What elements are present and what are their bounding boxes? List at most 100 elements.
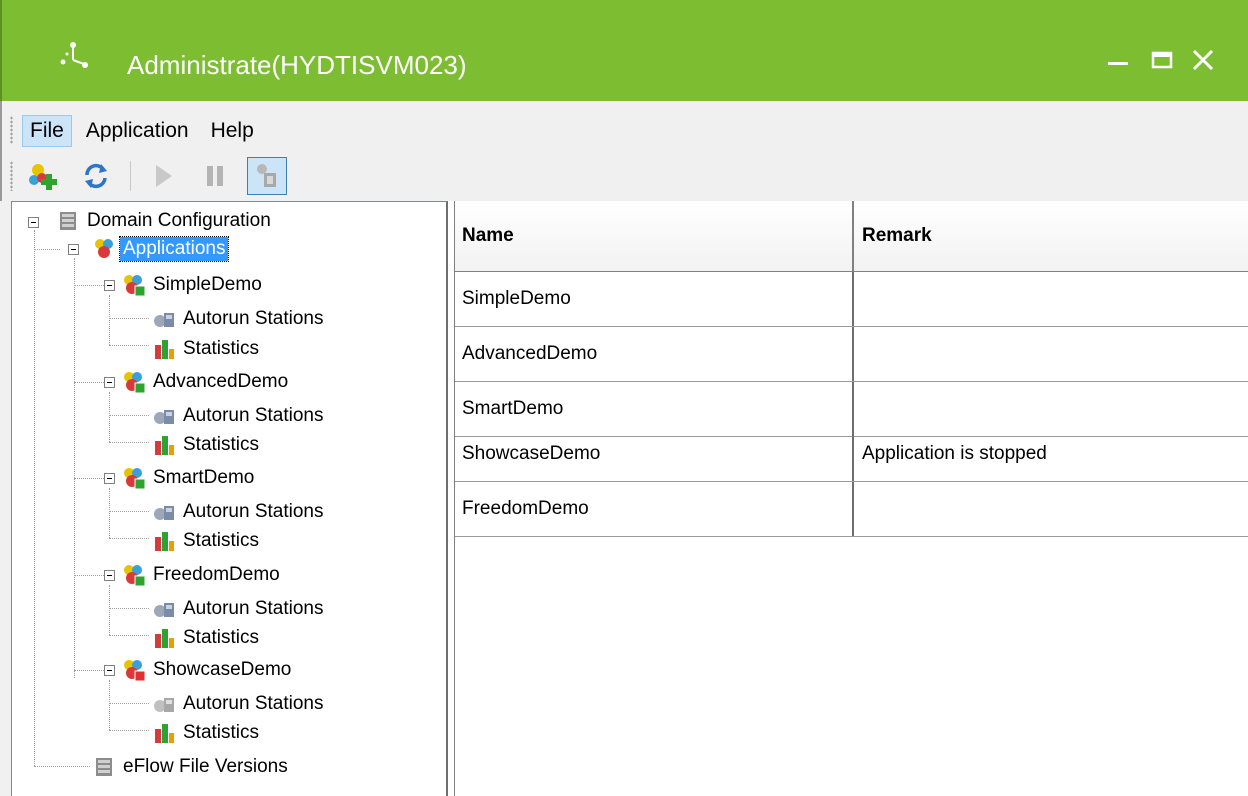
maximize-button[interactable]	[1142, 40, 1182, 80]
add-application-button[interactable]	[24, 157, 64, 195]
cell-name[interactable]: SimpleDemo	[454, 272, 854, 326]
toolbar-grip[interactable]	[10, 161, 13, 191]
tree-label: Autorun Stations	[183, 501, 324, 522]
database-icon	[96, 758, 112, 776]
tree-label: Statistics	[183, 530, 260, 551]
tree-node-autorun-stations[interactable]: Autorun Stations	[152, 498, 326, 526]
title-bar: Administrate(HYDTISVM023)	[0, 0, 1248, 101]
cell-remark[interactable]	[854, 327, 1248, 381]
tree-view[interactable]: Domain Configuration Applications Simple…	[11, 201, 448, 796]
cell-name[interactable]: ShowcaseDemo	[454, 427, 854, 481]
column-header-name[interactable]: Name	[454, 201, 854, 271]
minimize-icon	[1108, 62, 1128, 65]
application-running-icon	[124, 275, 146, 297]
tree-node-applications[interactable]: Applications	[92, 235, 230, 263]
minimize-button[interactable]	[1098, 40, 1138, 80]
tree-label: Statistics	[183, 434, 260, 455]
pause-button[interactable]	[195, 157, 235, 195]
tree-node-app[interactable]: FreedomDemo	[122, 561, 283, 589]
tree-node-autorun-stations[interactable]: Autorun Stations	[152, 305, 326, 333]
tree-node-statistics[interactable]: Statistics	[152, 431, 262, 459]
close-button[interactable]	[1183, 40, 1223, 80]
autorun-toggle-button[interactable]	[247, 157, 287, 195]
collapse-toggle[interactable]	[104, 473, 115, 484]
applications-grid[interactable]: Name Remark SimpleDemo AdvancedDemo Smar…	[454, 201, 1248, 796]
tree-node-app[interactable]: SmartDemo	[122, 464, 257, 492]
menu-toolbar-area: File Application Help	[0, 101, 1248, 201]
cell-remark[interactable]	[854, 482, 1248, 536]
collapse-toggle[interactable]	[104, 665, 115, 676]
grid-border	[454, 201, 455, 796]
refresh-button[interactable]	[76, 157, 116, 195]
tree-label: Autorun Stations	[183, 308, 324, 329]
autorun-stations-icon	[154, 410, 174, 424]
application-running-icon	[124, 565, 146, 587]
bar-chart-icon	[155, 629, 174, 648]
tree-label: AdvancedDemo	[153, 371, 289, 392]
tree-label: Autorun Stations	[183, 693, 324, 714]
table-row[interactable]: AdvancedDemo	[454, 327, 1248, 382]
autorun-stations-icon	[154, 603, 174, 617]
tree-label: FreedomDemo	[153, 564, 280, 585]
toolbar-separator	[130, 161, 131, 191]
tree-node-domain-configuration[interactable]: Domain Configuration	[56, 207, 274, 235]
collapse-toggle[interactable]	[104, 377, 115, 388]
tree-label: SmartDemo	[153, 467, 255, 488]
maximize-icon	[1151, 51, 1173, 69]
collapse-toggle[interactable]	[28, 217, 39, 228]
window-title: Administrate(HYDTISVM023)	[127, 50, 467, 80]
menu-application[interactable]: Application	[78, 115, 197, 147]
tree-node-autorun-stations[interactable]: Autorun Stations	[152, 402, 326, 430]
menu-bar: File Application Help	[22, 115, 262, 147]
tree-node-statistics[interactable]: Statistics	[152, 335, 262, 363]
tree-label: Applications	[118, 236, 230, 262]
column-header-remark[interactable]: Remark	[854, 201, 1248, 271]
table-row[interactable]: FreedomDemo	[454, 482, 1248, 537]
tree-label: eFlow File Versions	[123, 756, 288, 777]
collapse-toggle[interactable]	[68, 244, 79, 255]
application-running-icon	[124, 372, 146, 394]
tree-label: Statistics	[183, 338, 260, 359]
tree-label: ShowcaseDemo	[153, 659, 292, 680]
tree-node-autorun-stations[interactable]: Autorun Stations	[152, 690, 326, 718]
cell-remark[interactable]	[854, 272, 1248, 326]
tree-node-statistics[interactable]: Statistics	[152, 719, 262, 747]
menu-help[interactable]: Help	[203, 115, 262, 147]
start-button[interactable]	[143, 157, 183, 195]
tree-node-app[interactable]: AdvancedDemo	[122, 368, 291, 396]
tree-node-statistics[interactable]: Statistics	[152, 527, 262, 555]
cell-remark[interactable]: Application is stopped	[854, 427, 1248, 481]
bar-chart-icon	[155, 436, 174, 455]
tree-node-app[interactable]: ShowcaseDemo	[122, 656, 294, 684]
autorun-stations-disabled-icon	[154, 698, 174, 712]
table-row[interactable]: SimpleDemo	[454, 272, 1248, 327]
autorun-stations-icon	[154, 313, 174, 327]
left-frame	[0, 201, 11, 796]
bar-chart-icon	[155, 532, 174, 551]
bar-chart-icon	[155, 340, 174, 359]
collapse-toggle[interactable]	[104, 280, 115, 291]
menu-file[interactable]: File	[22, 115, 72, 147]
autorun-stations-icon	[154, 506, 174, 520]
add-application-icon	[29, 164, 57, 190]
close-icon	[1192, 49, 1214, 71]
application-stopped-icon	[124, 660, 146, 682]
database-icon	[60, 212, 76, 230]
table-row[interactable]: ShowcaseDemo Application is stopped	[454, 427, 1248, 482]
tree-node-eflow-file-versions[interactable]: eFlow File Versions	[92, 753, 291, 781]
tree-node-autorun-stations[interactable]: Autorun Stations	[152, 595, 326, 623]
applications-icon	[95, 239, 113, 258]
tree-label: SimpleDemo	[153, 274, 262, 295]
toolbar	[24, 156, 299, 196]
app-logo-icon	[60, 42, 88, 68]
cell-name[interactable]: FreedomDemo	[454, 482, 854, 536]
collapse-toggle[interactable]	[104, 570, 115, 581]
tree-label: Autorun Stations	[183, 598, 324, 619]
tree-node-app[interactable]: SimpleDemo	[122, 271, 265, 299]
menu-grip[interactable]	[10, 116, 13, 144]
cell-name[interactable]: AdvancedDemo	[454, 327, 854, 381]
tree-node-statistics[interactable]: Statistics	[152, 624, 262, 652]
play-icon	[156, 165, 172, 187]
tree-label: Autorun Stations	[183, 405, 324, 426]
tree-label: Statistics	[183, 627, 260, 648]
